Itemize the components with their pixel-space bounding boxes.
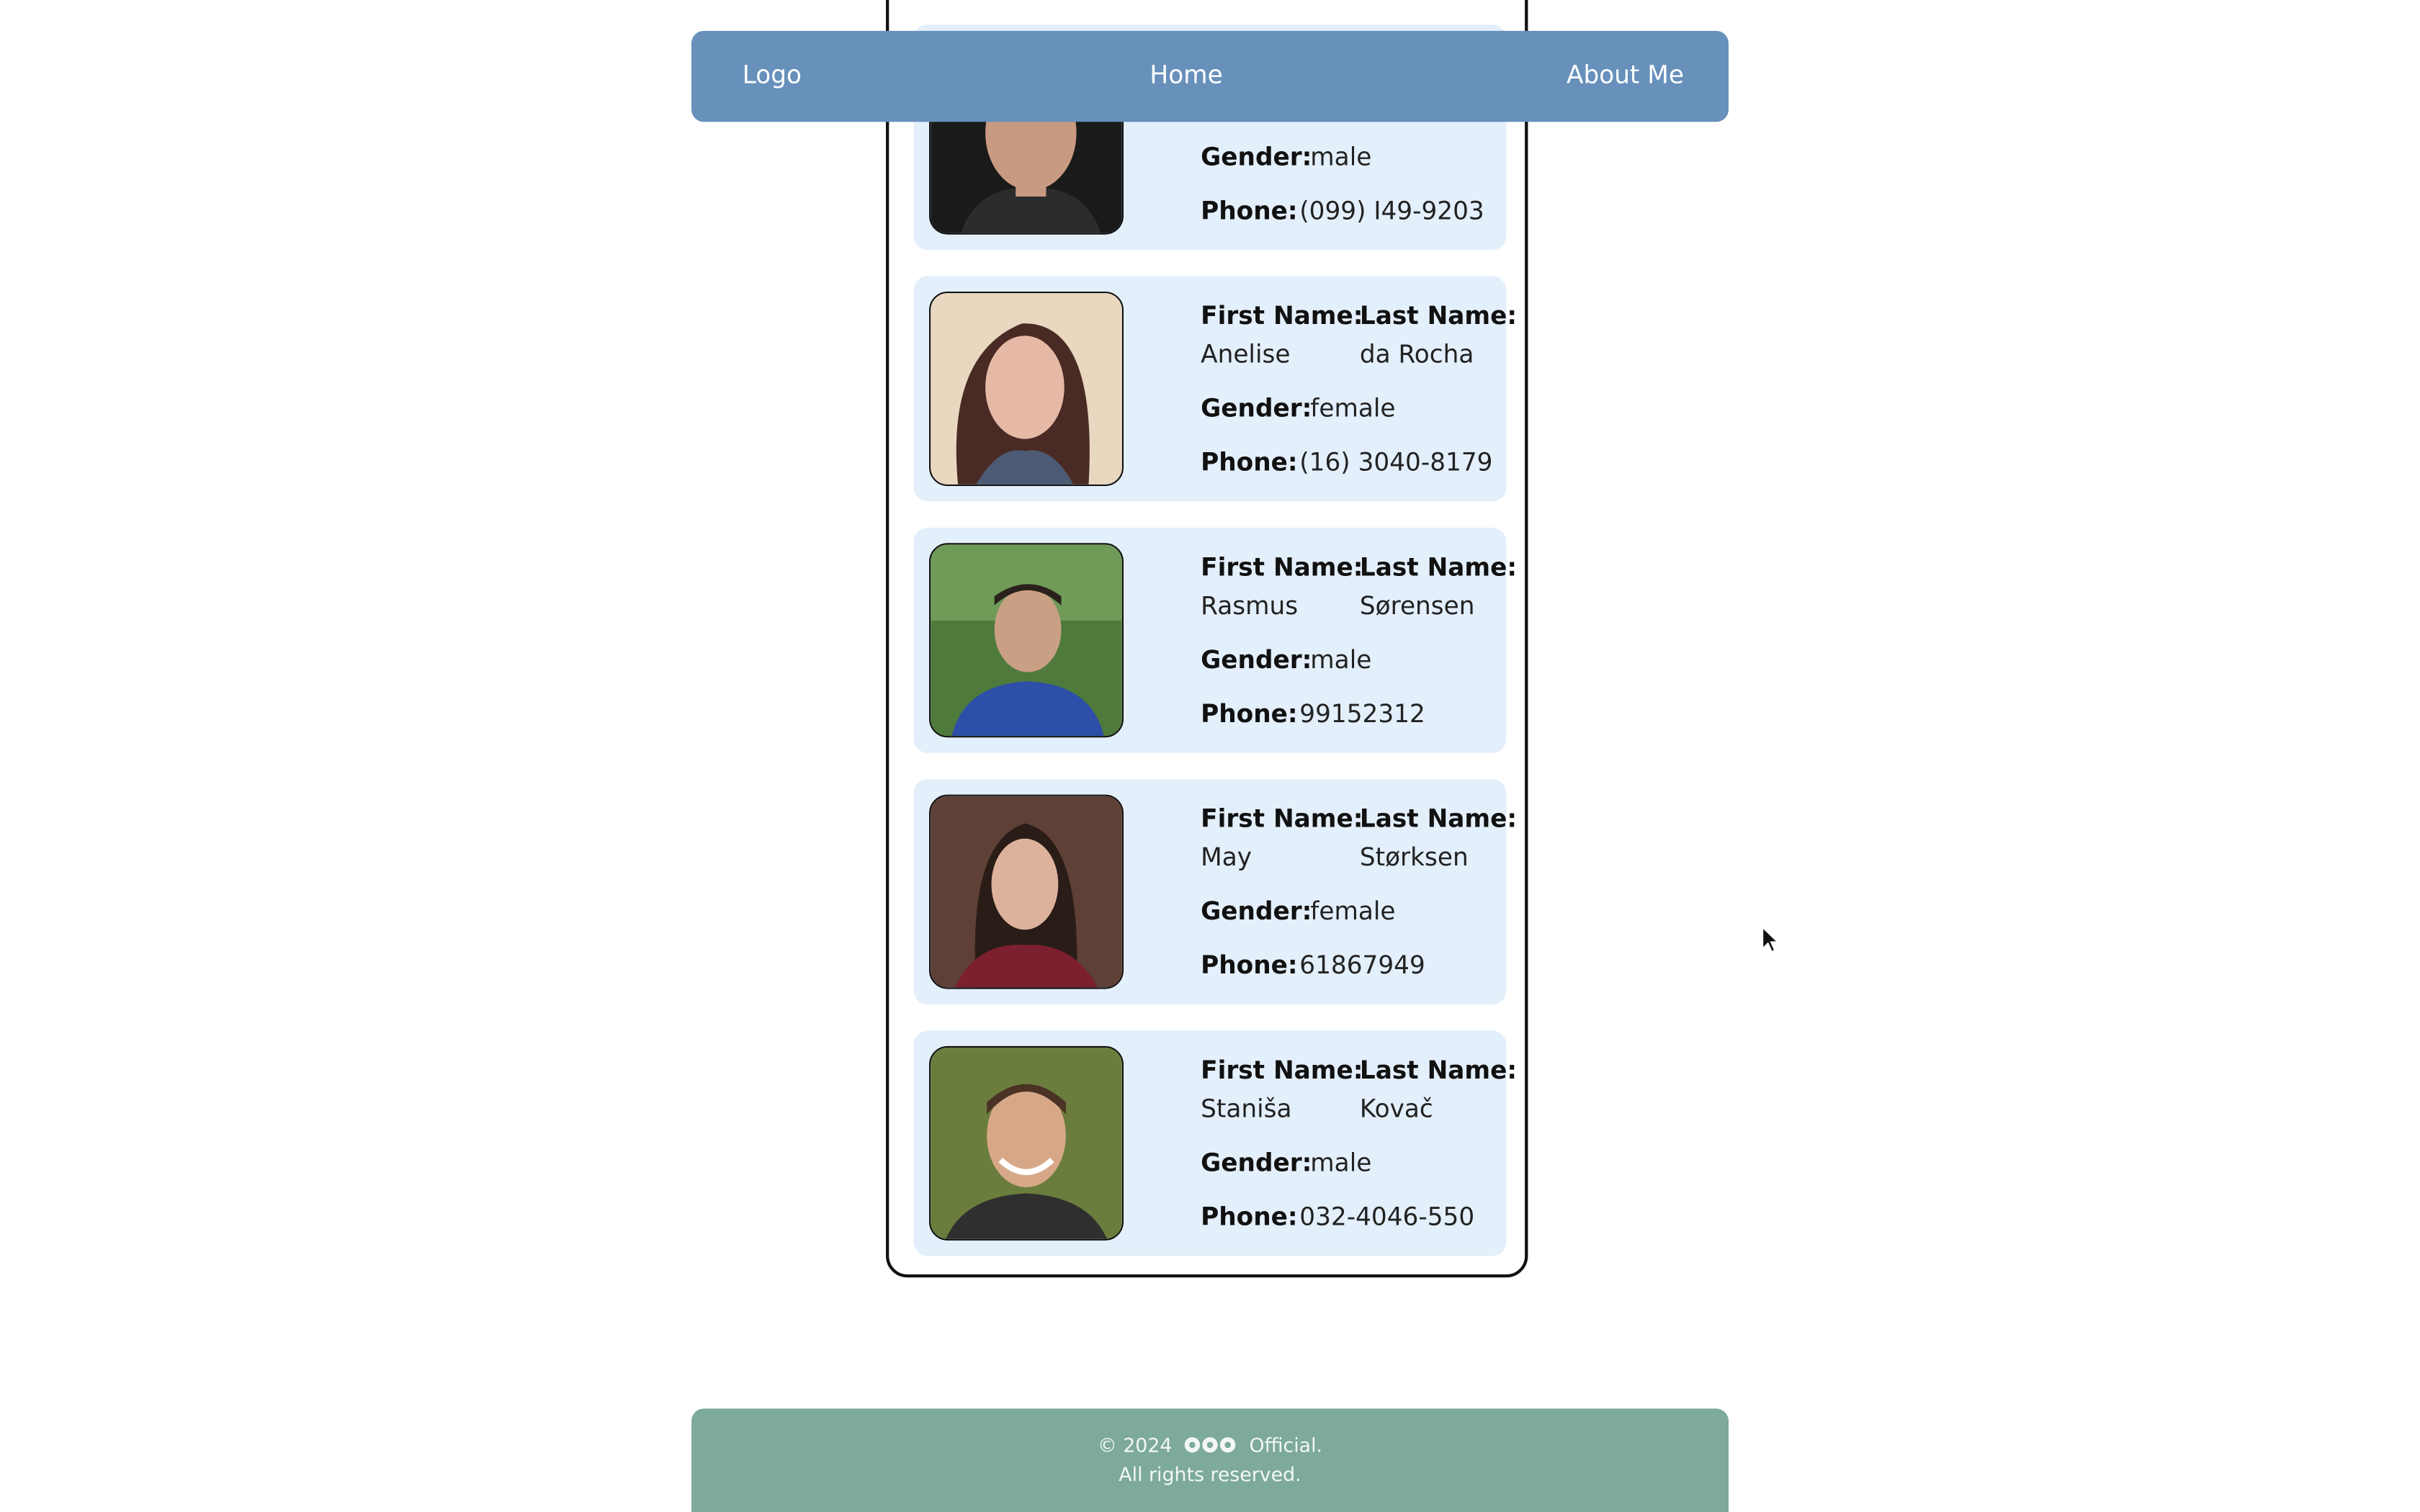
first-name-value: May [1201,842,1252,872]
gender-value: male [1310,142,1372,171]
phone-value: (16) 3040-8179 [1299,447,1493,477]
gender-label: Gender: [1201,896,1312,926]
user-photo [929,292,1124,486]
phone-label: Phone: [1201,698,1298,729]
phone-value: 032-4046-550 [1299,1202,1475,1231]
last-name-label: Last Name: [1359,804,1518,834]
first-name-label: First Name: [1201,300,1363,330]
user-photo [929,794,1124,989]
copyright-text: © 2024 [1097,1433,1173,1457]
user-card: First Name: Last Name: Rasmus Sørensen G… [913,527,1517,753]
last-name-label: Last Name: [1359,1055,1518,1085]
gender-value: male [1310,644,1372,675]
footer-copyright-line: © 2024 Official. [691,1434,1729,1458]
first-name-value: Staniša [1201,1094,1292,1123]
user-card: First Name: Last Name: Anelise da Rocha … [913,276,1517,502]
gender-label: Gender: [1201,142,1312,171]
nav-home-link[interactable]: Home [1150,60,1222,90]
first-name-label: First Name: [1201,804,1363,834]
phone-value: 99152312 [1299,698,1425,729]
gender-label: Gender: [1201,1148,1312,1177]
last-name-value: da Rocha [1359,339,1474,369]
last-name-label: Last Name: [1359,552,1518,582]
footer: © 2024 Official. All rights reserved. [691,1408,1729,1512]
phone-label: Phone: [1201,950,1298,980]
nav-about-link[interactable]: About Me [1567,60,1684,90]
user-photo [929,543,1124,738]
brand-logo-icon [1185,1435,1237,1458]
phone-label: Phone: [1201,1202,1298,1231]
last-name-value: Kovač [1359,1094,1433,1123]
first-name-label: First Name: [1201,1055,1363,1085]
rights-text: All rights reserved. [1119,1462,1301,1486]
phone-value: 61867949 [1299,950,1425,980]
gender-value: female [1310,896,1396,926]
gender-label: Gender: [1201,644,1312,675]
brand-suffix-text: Official. [1249,1433,1323,1457]
user-photo [929,1045,1124,1241]
gender-value: female [1310,393,1396,423]
last-name-value: Sørensen [1359,590,1475,621]
first-name-value: Anelise [1201,339,1291,369]
last-name-label: Last Name: [1359,300,1518,330]
mouse-cursor-icon [1761,925,1780,960]
first-name-value: Rasmus [1201,590,1299,621]
phone-value: (099) I49-9203 [1299,196,1484,225]
user-card: First Name: Last Name: Staniša Kovač Gen… [913,1030,1517,1256]
page: Gender: male Phone: (099) I49-9203 First… [0,0,2420,1512]
navbar: Logo Home About Me [691,30,1729,122]
logo-link[interactable]: Logo [743,60,802,90]
gender-label: Gender: [1201,393,1312,423]
user-card: First Name: Last Name: May Størksen Gend… [913,779,1517,1004]
gender-value: male [1310,1148,1372,1177]
first-name-label: First Name: [1201,552,1363,582]
phone-label: Phone: [1201,447,1298,477]
phone-label: Phone: [1201,196,1298,225]
last-name-value: Størksen [1359,842,1469,872]
